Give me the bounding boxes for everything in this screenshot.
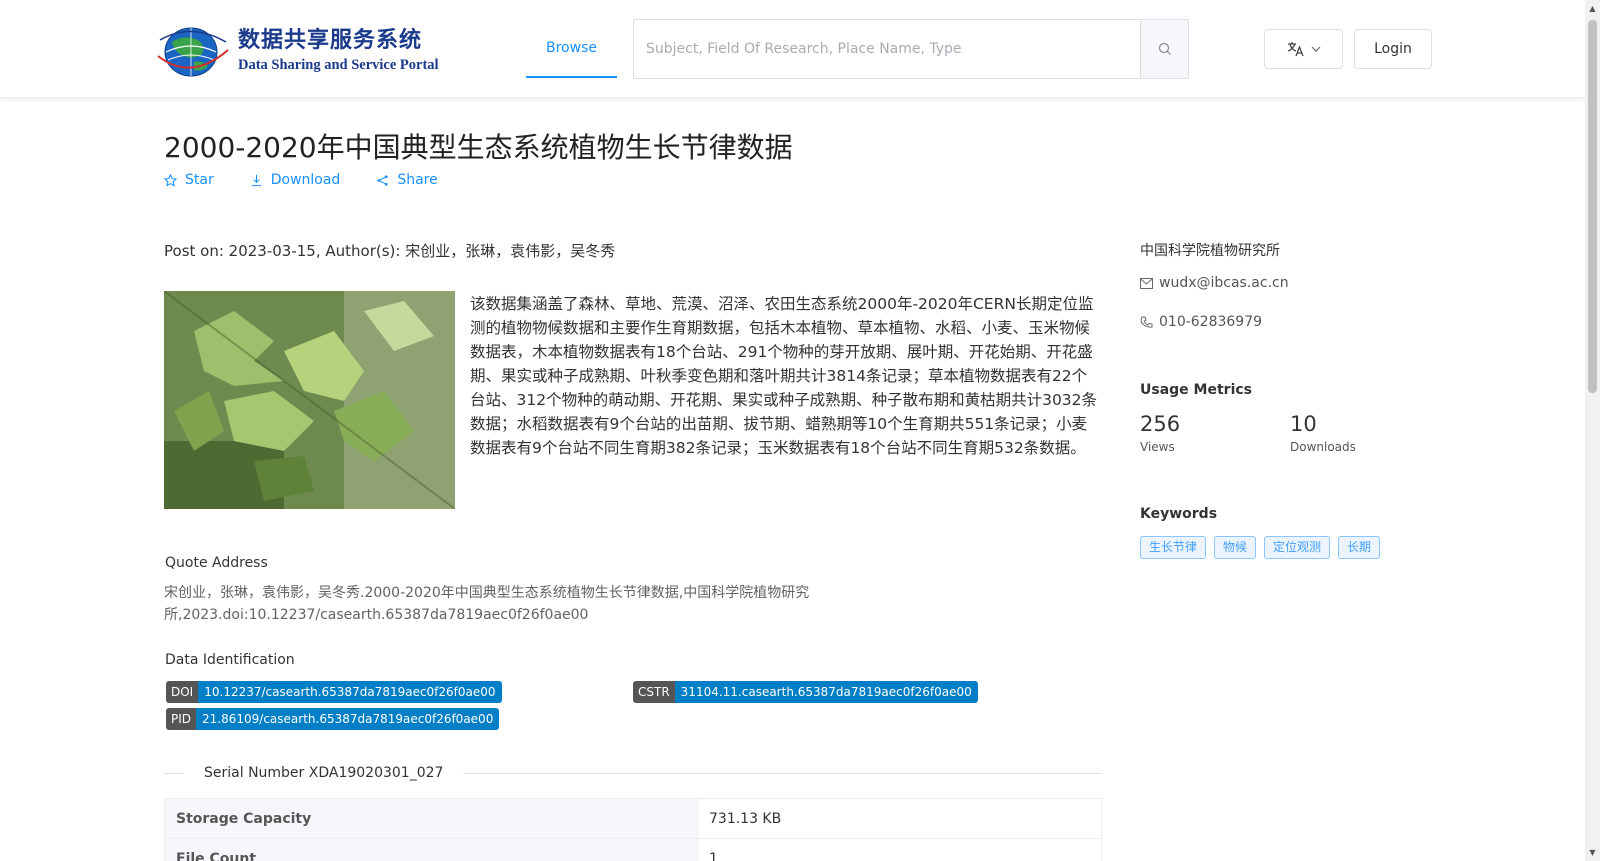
downloads-metric: 10 Downloads bbox=[1290, 412, 1356, 454]
table-row: Storage Capacity 731.13 KB bbox=[164, 798, 1102, 839]
table-label: Storage Capacity bbox=[164, 798, 698, 839]
doi-key: DOI bbox=[166, 681, 199, 703]
keywords-list: 生长节律 物候 定位观测 长期 bbox=[1140, 536, 1381, 559]
usage-metrics-title: Usage Metrics bbox=[1140, 382, 1252, 398]
organization-name: 中国科学院植物研究所 bbox=[1140, 243, 1280, 259]
quote-address-text: 宋创业，张琳，袁伟影，吴冬秀.2000-2020年中国典型生态系统植物生长节律数… bbox=[164, 585, 810, 623]
downloads-label: Downloads bbox=[1290, 440, 1356, 454]
keyword-tag[interactable]: 定位观测 bbox=[1264, 536, 1331, 559]
views-metric: 256 Views bbox=[1140, 412, 1180, 454]
keyword-tag[interactable]: 物候 bbox=[1214, 536, 1257, 559]
doi-value: 10.12237/casearth.65387da7819aec0f26f0ae… bbox=[198, 681, 502, 703]
page-scrollbar[interactable]: ▲ ▼ bbox=[1585, 0, 1600, 861]
keyword-tag[interactable]: 生长节律 bbox=[1140, 536, 1207, 559]
search-icon bbox=[1158, 42, 1171, 55]
keywords-title: Keywords bbox=[1140, 506, 1218, 522]
phone-icon bbox=[1140, 316, 1153, 328]
search-bar bbox=[633, 19, 1189, 79]
doi-badge[interactable]: DOI 10.12237/casearth.65387da7819aec0f26… bbox=[166, 681, 502, 703]
mail-icon bbox=[1140, 277, 1153, 289]
quote-address-label: Quote Address bbox=[165, 555, 268, 571]
dataset-actions: Star Download Share bbox=[164, 172, 438, 188]
dataset-description: 该数据集涵盖了森林、草地、荒漠、沼泽、农田生态系统2000年-2020年CERN… bbox=[470, 295, 1098, 457]
views-count: 256 bbox=[1140, 412, 1181, 436]
download-icon bbox=[251, 174, 261, 186]
data-identification-label: Data Identification bbox=[165, 652, 295, 668]
pid-key: PID bbox=[166, 708, 197, 730]
contact-email[interactable]: wudx@ibcas.ac.cn bbox=[1140, 275, 1289, 291]
dataset-title: 2000-2020年中国典型生态系统植物生长节律数据 bbox=[164, 131, 793, 164]
chevron-down-icon bbox=[1311, 46, 1320, 52]
cstr-value: 31104.11.casearth.65387da7819aec0f26f0ae… bbox=[674, 681, 978, 703]
table-label: File Count bbox=[164, 838, 698, 861]
search-input[interactable] bbox=[634, 20, 1140, 78]
contact-phone: 010-62836979 bbox=[1140, 314, 1262, 330]
plant-image bbox=[164, 291, 455, 509]
star-button[interactable]: Star bbox=[164, 172, 214, 188]
scrollbar-thumb[interactable] bbox=[1588, 20, 1597, 393]
star-label: Star bbox=[185, 172, 214, 188]
keyword-tag[interactable]: 长期 bbox=[1338, 536, 1381, 559]
scroll-up-arrow-icon[interactable]: ▲ bbox=[1588, 4, 1597, 13]
share-label: Share bbox=[397, 172, 438, 188]
table-value: 1 bbox=[697, 838, 1102, 861]
dataset-thumbnail bbox=[164, 291, 455, 509]
share-icon bbox=[377, 174, 388, 186]
phone-text: 010-62836979 bbox=[1159, 314, 1263, 330]
translate-icon bbox=[1287, 42, 1304, 57]
table-row: File Count 1 bbox=[164, 838, 1102, 861]
divider-line-right bbox=[463, 772, 1102, 774]
download-button[interactable]: Download bbox=[250, 172, 341, 188]
site-logo[interactable]: 数据共享服务系统 Data Sharing and Service Portal bbox=[154, 20, 439, 80]
info-table: Storage Capacity 731.13 KB File Count 1 bbox=[164, 798, 1102, 861]
post-meta: Post on: 2023-03-15, Author(s): 宋创业，张琳，袁… bbox=[164, 242, 616, 260]
email-text: wudx@ibcas.ac.cn bbox=[1159, 275, 1289, 291]
logo-title-cn: 数据共享服务系统 bbox=[238, 28, 423, 53]
search-button[interactable] bbox=[1140, 20, 1188, 78]
download-label: Download bbox=[270, 172, 341, 188]
table-value: 731.13 KB bbox=[697, 798, 1102, 839]
serial-divider: Serial Number XDA19020301_027 bbox=[164, 763, 1102, 783]
divider-line-left bbox=[164, 772, 184, 774]
globe-logo-icon bbox=[157, 27, 229, 77]
top-header: 数据共享服务系统 Data Sharing and Service Portal… bbox=[0, 0, 1585, 98]
login-button[interactable]: Login bbox=[1354, 29, 1432, 69]
star-icon bbox=[164, 173, 177, 187]
scroll-down-arrow-icon[interactable]: ▼ bbox=[1588, 848, 1597, 857]
views-label: Views bbox=[1140, 440, 1175, 454]
nav-browse[interactable]: Browse bbox=[526, 28, 617, 78]
pid-value: 21.86109/casearth.65387da7819aec0f26f0ae… bbox=[196, 708, 500, 730]
pid-badge[interactable]: PID 21.86109/casearth.65387da7819aec0f26… bbox=[166, 708, 500, 730]
logo-title-en: Data Sharing and Service Portal bbox=[238, 57, 439, 73]
downloads-count: 10 bbox=[1290, 412, 1317, 436]
cstr-badge[interactable]: CSTR 31104.11.casearth.65387da7819aec0f2… bbox=[633, 681, 978, 703]
share-button[interactable]: Share bbox=[376, 172, 438, 188]
cstr-key: CSTR bbox=[633, 681, 675, 703]
serial-number: Serial Number XDA19020301_027 bbox=[204, 765, 444, 781]
language-switcher[interactable] bbox=[1264, 29, 1343, 69]
